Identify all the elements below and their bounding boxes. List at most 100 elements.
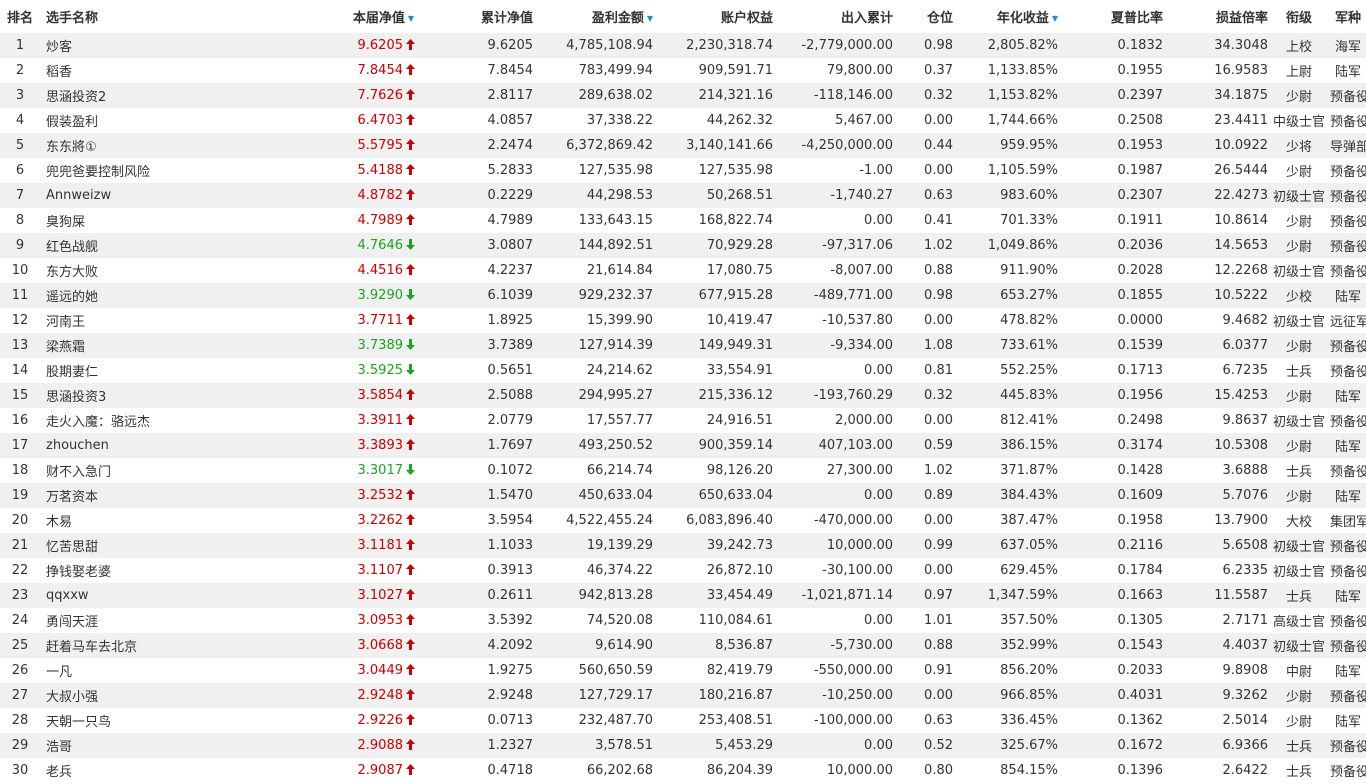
player-name-cell[interactable]: 忆苦思甜 [40,533,190,558]
cumulative-nav-cell: 1.5470 [422,483,533,508]
table-row[interactable]: 11 遥远的她 3.9290 6.1039 929,232.37 677,915.28 -4… [0,283,1366,308]
net-flow-cell: -4,250,000.00 [773,133,893,158]
player-name-cell[interactable]: 老兵 [40,758,190,783]
net-flow-cell: 27,300.00 [773,458,893,483]
sort-desc-icon[interactable]: ▼ [408,14,414,23]
table-row[interactable]: 24 勇闯天涯 3.0953 3.5392 74,520.08 110,084.61 0.0… [0,608,1366,633]
table-row[interactable]: 29 浩哥 2.9088 1.2327 3,578.51 5,453.29 0.00 0.52… [0,733,1366,758]
header-current-nav[interactable]: 本届净值 ▼ [190,0,422,33]
header-grade[interactable]: 衔级 [1268,0,1330,33]
table-row[interactable]: 4 假装盈利 6.4703 4.0857 37,338.22 44,262.32 5,467… [0,108,1366,133]
player-name-cell[interactable]: 稻香 [40,58,190,83]
branch-cell: 预备役 [1330,458,1366,483]
header-equity[interactable]: 账户权益 [653,0,773,33]
player-name-cell[interactable]: 假装盈利 [40,108,190,133]
table-row[interactable]: 10 东方大败 4.4516 4.2237 21,614.84 17,080.75 -8,0… [0,258,1366,283]
table-row[interactable]: 9 红色战舰 4.7646 3.0807 144,892.51 70,929.28 -97,… [0,233,1366,258]
sort-desc-icon[interactable]: ▼ [647,14,653,23]
player-name-cell[interactable]: 股期妻仁 [40,358,190,383]
header-rank[interactable]: 排名 [0,0,40,33]
position-cell: 0.52 [893,733,953,758]
table-header-row: 排名 选手名称 本届净值 ▼ 累计净值 盈利金额 ▼ 账户权益 出入累计 仓位 年化… [0,0,1366,33]
header-position[interactable]: 仓位 [893,0,953,33]
player-name-cell[interactable]: 炒客 [40,33,190,58]
table-row[interactable]: 26 一凡 3.0449 1.9275 560,650.59 82,419.79 -550,… [0,658,1366,683]
table-row[interactable]: 2 稻香 7.8454 7.8454 783,499.94 909,591.71 79,80… [0,58,1366,83]
table-row[interactable]: 25 赶着马车去北京 3.0668 4.2092 9,614.90 8,536.87 -5,… [0,633,1366,658]
player-name-cell[interactable]: 梁燕霜 [40,333,190,358]
annual-return-cell: 637.05% [953,533,1058,558]
player-name-cell[interactable]: 财不入急门 [40,458,190,483]
grade-cell: 少尉 [1268,83,1330,108]
player-name-cell[interactable]: 河南王 [40,308,190,333]
player-name-cell[interactable]: 东东將① [40,133,190,158]
current-nav-value: 3.1181 [357,538,404,553]
arrow-up-icon [406,113,418,128]
table-row[interactable]: 14 股期妻仁 3.5925 0.5651 24,214.62 33,554.91 0.00… [0,358,1366,383]
player-name-cell[interactable]: 兜兜爸要控制风险 [40,158,190,183]
player-name-cell[interactable]: 东方大败 [40,258,190,283]
player-name-cell[interactable]: 天朝一只鸟 [40,708,190,733]
net-flow-cell: 0.00 [773,733,893,758]
table-row[interactable]: 18 财不入急门 3.3017 0.1072 66,214.74 98,126.20 27,… [0,458,1366,483]
player-name-cell[interactable]: zhouchen [40,433,190,458]
table-row[interactable]: 6 兜兜爸要控制风险 5.4188 5.2833 127,535.98 127,535.9… [0,158,1366,183]
player-name-cell[interactable]: qqxxw [40,583,190,608]
table-row[interactable]: 7 Annweizw 4.8782 0.2229 44,298.53 50,268.51-… [0,183,1366,208]
player-name-cell[interactable]: 浩哥 [40,733,190,758]
player-name-cell[interactable]: 一凡 [40,658,190,683]
player-name-cell[interactable]: 万茗资本 [40,483,190,508]
pl-ratio-cell: 5.7076 [1163,483,1268,508]
position-cell: 0.00 [893,558,953,583]
header-branch[interactable]: 军种 [1330,0,1366,33]
player-name-cell[interactable]: 木易 [40,508,190,533]
player-name-cell[interactable]: 赶着马车去北京 [40,633,190,658]
table-row[interactable]: 3 思涵投资2 7.7626 2.8117 289,638.02 214,321.16 -1… [0,83,1366,108]
player-name-cell[interactable]: 大叔小强 [40,683,190,708]
table-row[interactable]: 8 臭狗屎 4.7989 4.7989 133,643.15 168,822.74 0.00… [0,208,1366,233]
header-cumulative-nav[interactable]: 累计净值 [422,0,533,33]
player-name-cell[interactable]: Annweizw [40,183,190,208]
table-row[interactable]: 19 万茗资本 3.2532 1.5470 450,633.04 650,633.04 0.… [0,483,1366,508]
table-row[interactable]: 20 木易 3.2262 3.5954 4,522,455.24 6,083,896.40… [0,508,1366,533]
header-annual-return[interactable]: 年化收益 ▼ [953,0,1058,33]
table-row[interactable]: 27 大叔小强 2.9248 2.9248 127,729.17 180,216.87 -1… [0,683,1366,708]
current-nav-cell: 3.7389 [190,333,422,358]
sort-desc-icon[interactable]: ▼ [1052,14,1058,23]
player-name-cell[interactable]: 走火入魔：骆远杰 [40,408,190,433]
table-row[interactable]: 15 思涵投资3 3.5854 2.5088 294,995.27 215,336.12-… [0,383,1366,408]
arrow-up-icon [406,638,418,653]
table-row[interactable]: 22 挣钱娶老婆 3.1107 0.3913 46,374.22 26,872.10 -30… [0,558,1366,583]
equity-cell: 10,419.47 [653,308,773,333]
arrow-up-icon [406,263,418,278]
header-pl-ratio[interactable]: 损益倍率 [1163,0,1268,33]
table-row[interactable]: 13 梁燕霜 3.7389 3.7389 127,914.39 149,949.31 -9,… [0,333,1366,358]
table-row[interactable]: 30 老兵 2.9087 0.4718 66,202.68 86,204.39 10,000… [0,758,1366,783]
header-sharpe[interactable]: 夏普比率 [1058,0,1163,33]
header-player-name[interactable]: 选手名称 [40,0,190,33]
table-row[interactable]: 5 东东將① 5.5795 2.2474 6,372,869.42 3,140,141.6… [0,133,1366,158]
player-name-cell[interactable]: 臭狗屎 [40,208,190,233]
sharpe-cell: 0.1428 [1058,458,1163,483]
player-name-cell[interactable]: 红色战舰 [40,233,190,258]
table-row[interactable]: 1 炒客 9.6205 9.6205 4,785,108.94 2,230,318.74-… [0,33,1366,58]
header-profit[interactable]: 盈利金额 ▼ [533,0,653,33]
pl-ratio-cell: 10.5222 [1163,283,1268,308]
net-flow-cell: -489,771.00 [773,283,893,308]
table-row[interactable]: 17 zhouchen 3.3893 1.7697 493,250.52 900,359.… [0,433,1366,458]
header-net-flow[interactable]: 出入累计 [773,0,893,33]
player-name-cell[interactable]: 思涵投资3 [40,383,190,408]
pl-ratio-cell: 34.3048 [1163,33,1268,58]
pl-ratio-cell: 6.0377 [1163,333,1268,358]
pl-ratio-cell: 14.5653 [1163,233,1268,258]
annual-return-cell: 1,105.59% [953,158,1058,183]
table-row[interactable]: 28 天朝一只鸟 2.9226 0.0713 232,487.70 253,408.51-… [0,708,1366,733]
player-name-cell[interactable]: 思涵投资2 [40,83,190,108]
table-row[interactable]: 16 走火入魔：骆远杰 3.3911 2.0779 17,557.77 24,916.51… [0,408,1366,433]
table-row[interactable]: 23 qqxxw 3.1027 0.2611 942,813.28 33,454.49 -1… [0,583,1366,608]
table-row[interactable]: 12 河南王 3.7711 1.8925 15,399.90 10,419.47 -10,5… [0,308,1366,333]
player-name-cell[interactable]: 挣钱娶老婆 [40,558,190,583]
player-name-cell[interactable]: 勇闯天涯 [40,608,190,633]
player-name-cell[interactable]: 遥远的她 [40,283,190,308]
table-row[interactable]: 21 忆苦思甜 3.1181 1.1033 19,139.29 39,242.73 10,0… [0,533,1366,558]
